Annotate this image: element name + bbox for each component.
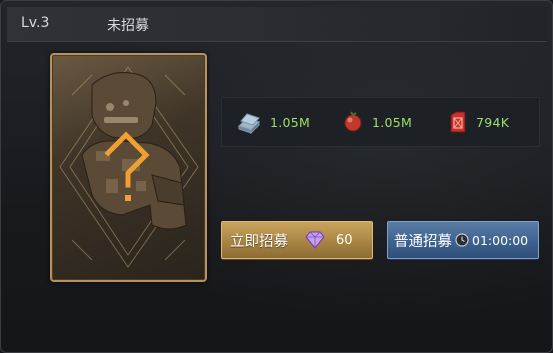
hero-card[interactable]: [50, 53, 207, 282]
food-icon: [344, 111, 362, 132]
clock-icon: [455, 233, 469, 247]
instant-recruit-label: 立即招募: [230, 233, 288, 250]
recruit-status: 未招募: [107, 18, 149, 34]
resource-food: 1.05M: [342, 98, 412, 146]
resource-bar: 1.05M 1.05M 794K: [221, 97, 540, 147]
resource-steel: 1.05M: [236, 98, 310, 146]
normal-recruit-button[interactable]: 普通招募 01:00:00: [387, 221, 539, 259]
resource-value: 1.05M: [270, 114, 311, 130]
normal-recruit-timer: 01:00:00: [472, 232, 529, 248]
instant-recruit-button[interactable]: 立即招募 60: [221, 221, 373, 259]
header-bar: Lv.3 未招募: [7, 7, 547, 42]
question-mark-icon: [104, 131, 150, 201]
diamond-icon: [305, 231, 325, 249]
fuel-can-icon: [450, 111, 466, 133]
steel-bars-icon: [238, 113, 260, 134]
normal-recruit-label: 普通招募: [394, 233, 452, 250]
recruit-panel: Lv.3 未招募 1.05M 1.05M 794K 立即招募 60 普通招募 0…: [0, 0, 553, 353]
level-label: Lv.3: [21, 15, 50, 31]
resource-value: 1.05M: [372, 114, 413, 130]
instant-recruit-cost: 60: [336, 232, 353, 248]
resource-value: 794K: [476, 114, 510, 130]
resource-fuel: 794K: [448, 98, 509, 146]
